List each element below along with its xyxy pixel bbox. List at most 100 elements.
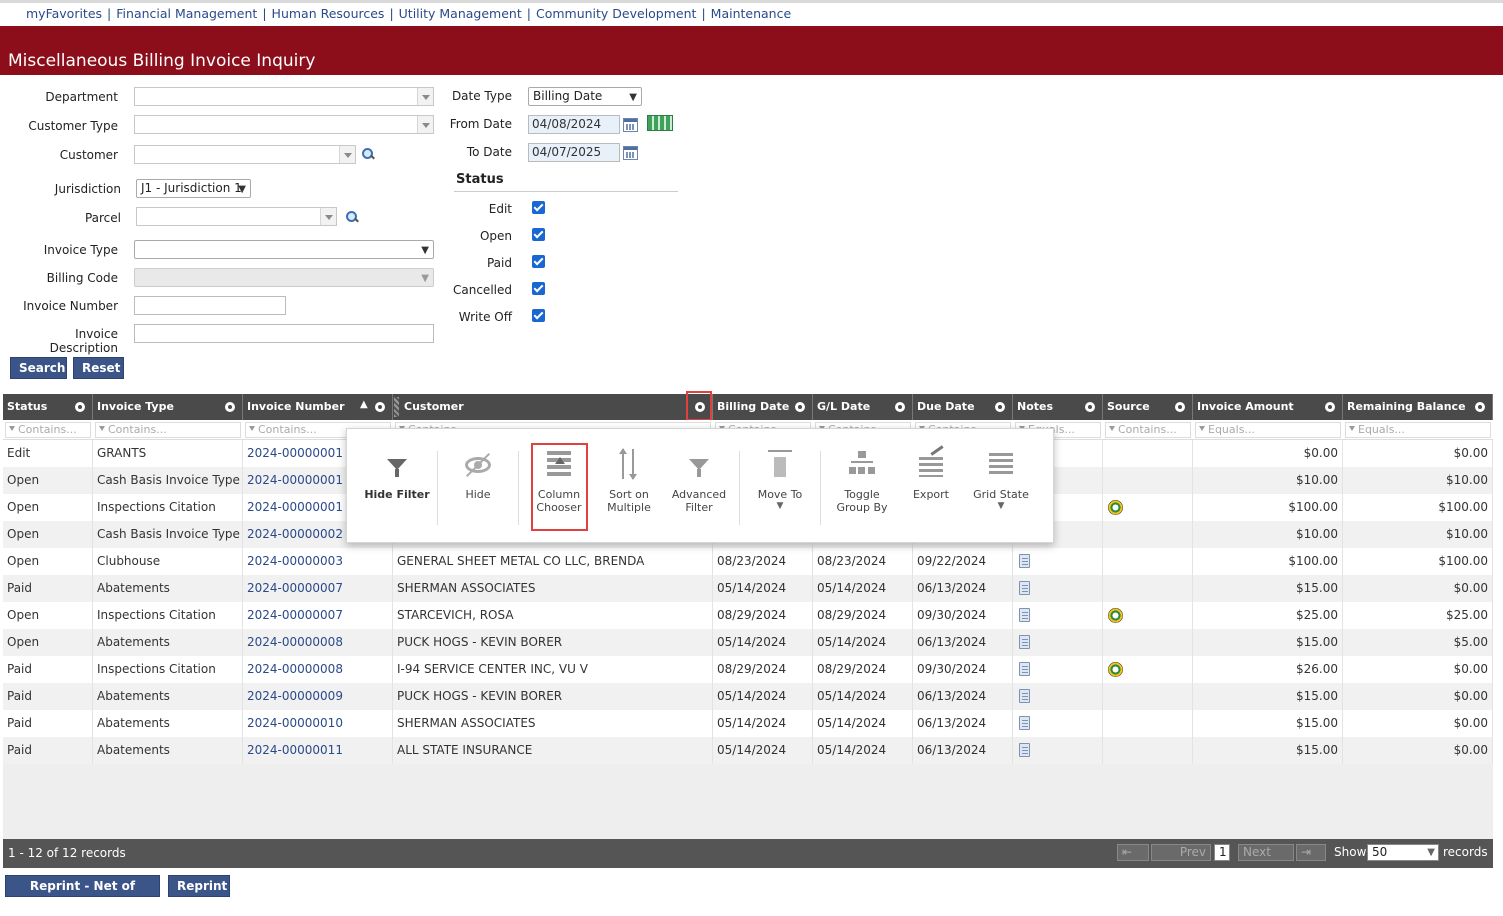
invoice-description-input[interactable] (134, 324, 434, 343)
notes-icon[interactable] (1019, 716, 1030, 730)
jurisdiction-select[interactable]: J1 - Jurisdiction 1 ▼ (136, 179, 251, 198)
calendar-icon[interactable] (623, 118, 638, 132)
search-button[interactable]: Search (10, 357, 67, 379)
gear-icon[interactable] (995, 402, 1005, 412)
notes-icon[interactable] (1019, 635, 1030, 649)
table-row[interactable]: Paid Inspections Citation 2024-00000008 I-9… (3, 656, 1493, 683)
notes-icon[interactable] (1019, 608, 1030, 622)
gear-icon[interactable] (1475, 402, 1485, 412)
gear-icon[interactable] (225, 402, 235, 412)
table-row[interactable]: Paid Abatements 2024-00000010 SHERMAN ASSOC… (3, 710, 1493, 737)
next-page-button[interactable]: Next (1238, 844, 1294, 861)
notes-icon[interactable] (1019, 662, 1030, 676)
prev-page-button[interactable]: Prev (1151, 844, 1211, 861)
table-row[interactable]: Paid Abatements 2024-00000011 ALL STATE INS… (3, 737, 1493, 764)
cell-number[interactable]: 2024-00000010 (243, 710, 393, 737)
status-cancelled-checkbox[interactable] (532, 282, 545, 295)
source-icon[interactable] (1108, 500, 1123, 515)
filter-remaining-balance[interactable]: Equals... (1345, 422, 1491, 438)
column-header-billing-date[interactable]: Billing Date (713, 394, 813, 420)
grid-state-button[interactable]: Grid State ▼ (966, 447, 1036, 511)
first-page-button[interactable]: ⇤ (1117, 844, 1149, 861)
column-header-invoice-number[interactable]: Invoice Number ▲ (243, 394, 393, 420)
toggle-group-by-button[interactable]: Toggle Group By (827, 447, 897, 514)
reprint-net-button[interactable]: Reprint - Net of Activity (5, 875, 160, 913)
filter-invoice-type[interactable]: Contains... (95, 422, 241, 438)
table-row[interactable]: Paid Abatements 2024-00000009 PUCK HOGS - K… (3, 683, 1493, 710)
dropdown-arrow-icon[interactable] (320, 208, 336, 225)
column-header-status[interactable]: Status (3, 394, 93, 420)
billing-code-select[interactable]: ▼ (134, 268, 434, 287)
column-header-remaining-balance[interactable]: Remaining Balance (1343, 394, 1493, 420)
gear-icon[interactable] (895, 402, 905, 412)
column-header-notes[interactable]: Notes (1013, 394, 1103, 420)
advanced-filter-button[interactable]: Advanced Filter (664, 447, 734, 514)
gear-icon[interactable] (75, 402, 85, 412)
parcel-search-icon[interactable] (346, 211, 358, 223)
to-date-input[interactable]: 04/07/2025 (528, 143, 620, 162)
nav-human-resources[interactable]: Human Resources (272, 6, 385, 21)
from-date-input[interactable]: 04/08/2024 (528, 115, 620, 134)
cell-number[interactable]: 2024-00000007 (243, 602, 393, 629)
column-header-due-date[interactable]: Due Date (913, 394, 1013, 420)
status-open-checkbox[interactable] (532, 228, 545, 241)
notes-icon[interactable] (1019, 554, 1030, 568)
dropdown-arrow-icon[interactable] (339, 146, 355, 163)
dropdown-arrow-icon[interactable] (417, 88, 433, 105)
column-header-invoice-amount[interactable]: Invoice Amount (1193, 394, 1343, 420)
filter-source[interactable]: Contains... (1105, 422, 1191, 438)
filter-invoice-amount[interactable]: Equals... (1195, 422, 1341, 438)
gear-icon[interactable] (375, 402, 385, 412)
dropdown-arrow-icon[interactable] (417, 116, 433, 133)
status-paid-checkbox[interactable] (532, 255, 545, 268)
cell-number[interactable]: 2024-00000008 (243, 656, 393, 683)
nav-utility-management[interactable]: Utility Management (399, 6, 522, 21)
reset-button[interactable]: Reset (73, 357, 124, 379)
cell-number[interactable]: 2024-00000011 (243, 737, 393, 764)
customer-search-icon[interactable] (362, 148, 374, 160)
filter-status[interactable]: Contains... (5, 422, 91, 438)
cell-number[interactable]: 2024-00000008 (243, 629, 393, 656)
table-row[interactable]: Open Abatements 2024-00000008 PUCK HOGS - K… (3, 629, 1493, 656)
source-icon[interactable] (1108, 662, 1123, 677)
status-write-off-checkbox[interactable] (532, 309, 545, 322)
nav-maintenance[interactable]: Maintenance (711, 6, 792, 21)
hide-column-button[interactable]: Hide (443, 447, 513, 501)
cell-number[interactable]: 2024-00000007 (243, 575, 393, 602)
column-header-customer[interactable]: Customer (393, 394, 713, 420)
date-range-grid-icon[interactable] (647, 115, 673, 131)
cell-number[interactable]: 2024-00000003 (243, 548, 393, 575)
export-button[interactable]: Export (896, 445, 966, 501)
table-row[interactable]: Open Clubhouse 2024-00000003 GENERAL SHEET … (3, 548, 1493, 575)
move-to-button[interactable]: Move To ▼ (745, 447, 815, 511)
customer-combo[interactable] (134, 145, 356, 164)
column-header-invoice-type[interactable]: Invoice Type (93, 394, 243, 420)
notes-icon[interactable] (1019, 743, 1030, 757)
column-header-source[interactable]: Source (1103, 394, 1193, 420)
customer-type-combo[interactable] (134, 115, 434, 134)
department-combo[interactable] (134, 87, 434, 106)
page-size-select[interactable]: 50 ▼ (1367, 844, 1439, 861)
calendar-icon[interactable] (623, 146, 638, 160)
gear-icon[interactable] (1325, 402, 1335, 412)
gear-icon[interactable] (795, 402, 805, 412)
cell-number[interactable]: 2024-00000009 (243, 683, 393, 710)
column-header-gl-date[interactable]: G/L Date (813, 394, 913, 420)
sort-multiple-button[interactable]: Sort on Multiple (594, 447, 664, 514)
reprint-button[interactable]: Reprint (168, 875, 230, 897)
table-row[interactable]: Paid Abatements 2024-00000007 SHERMAN ASSOC… (3, 575, 1493, 602)
invoice-type-select[interactable]: ▼ (134, 240, 434, 259)
current-page[interactable]: 1 (1214, 844, 1230, 861)
gear-icon[interactable] (1175, 402, 1185, 412)
drag-handle-icon[interactable] (394, 397, 399, 417)
last-page-button[interactable]: ⇥ (1296, 844, 1326, 861)
sort-ascending-icon[interactable]: ▲ (360, 399, 368, 410)
notes-icon[interactable] (1019, 581, 1030, 595)
date-type-select[interactable]: Billing Date ▼ (528, 87, 642, 106)
table-row[interactable]: Open Inspections Citation 2024-00000007 STA… (3, 602, 1493, 629)
source-icon[interactable] (1108, 608, 1123, 623)
nav-community-development[interactable]: Community Development (536, 6, 696, 21)
invoice-number-input[interactable] (134, 296, 286, 315)
notes-icon[interactable] (1019, 689, 1030, 703)
hide-filter-button[interactable]: Hide Filter (362, 447, 432, 501)
